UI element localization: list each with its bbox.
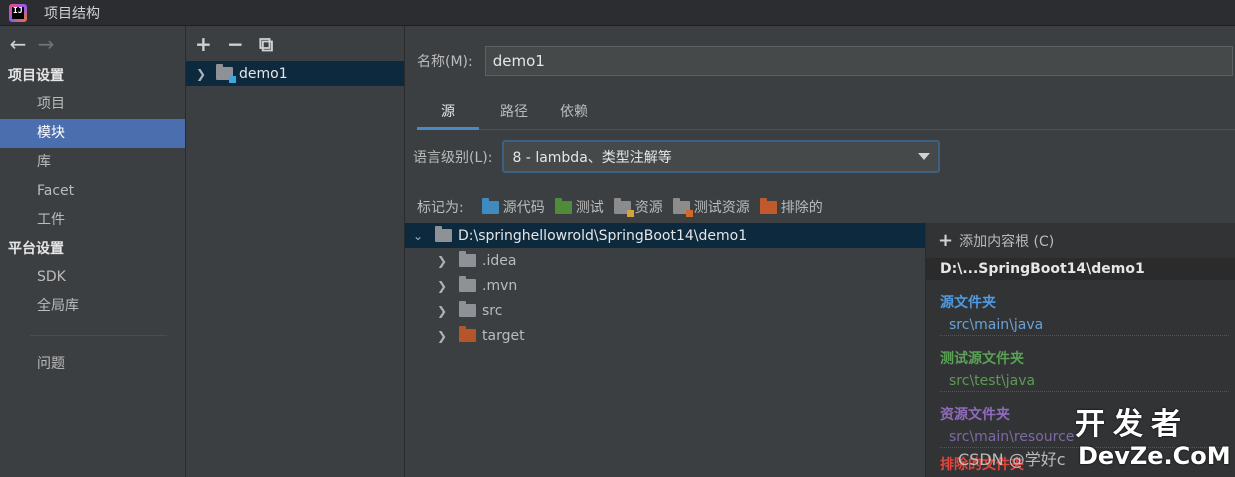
mark-as-bar: 标记为: 源代码 测试 资源 测试资源 排除的 <box>417 196 833 218</box>
mark-as-label: 标记为: <box>417 200 464 216</box>
mark-excluded-label: 排除的 <box>780 200 823 216</box>
settings-nav: ← → 项目设置 项目 模块 库 Facet 工件 平台设置 SDK 全局库 问… <box>0 26 186 477</box>
test-folders-section: 测试源文件夹 src\test\java <box>926 348 1235 392</box>
tree-row-idea[interactable]: ❯ .idea <box>405 248 925 273</box>
tree-row-target[interactable]: ❯ target <box>405 323 925 348</box>
nav-item-problems[interactable]: 问题 <box>0 350 185 379</box>
tree-item-label: .idea <box>482 252 517 269</box>
nav-item-project[interactable]: 项目 <box>0 90 185 119</box>
mark-source-button[interactable]: 源代码 <box>481 197 545 217</box>
tree-root-row[interactable]: ⌄ D:\springhellowrold\SpringBoot14\demo1 <box>405 223 925 248</box>
mark-resource-button[interactable]: 资源 <box>613 197 663 217</box>
resource-folder-icon <box>613 197 634 217</box>
nav-item-sdks[interactable]: SDK <box>0 263 185 292</box>
chevron-right-icon[interactable]: ❯ <box>437 279 459 293</box>
mark-test-resource-button[interactable]: 测试资源 <box>672 197 750 217</box>
mark-test-label: 测试 <box>575 200 604 216</box>
forward-arrow-icon[interactable]: → <box>32 32 60 56</box>
nav-arrows: ← → <box>0 26 185 62</box>
folder-icon <box>459 251 476 267</box>
intellij-logo-icon: IJ <box>9 3 27 22</box>
chevron-right-icon[interactable]: ❯ <box>437 329 459 343</box>
chevron-right-icon[interactable]: ❯ <box>437 304 459 318</box>
name-label: 名称(M): <box>417 54 473 70</box>
module-item-demo1[interactable]: ❯ demo1 <box>186 61 404 86</box>
module-name-input[interactable] <box>484 46 1233 76</box>
back-arrow-icon[interactable]: ← <box>4 32 32 56</box>
window-title: 项目结构 <box>44 5 100 22</box>
plus-icon: + <box>938 230 954 251</box>
excluded-folder-icon <box>759 197 777 214</box>
test-folder-path[interactable]: src\test\java <box>940 370 1229 392</box>
devze-watermark-top: 开发者 <box>1075 407 1189 442</box>
mark-resource-label: 资源 <box>634 200 663 216</box>
test-resource-folder-icon <box>672 197 693 217</box>
source-folders-header: 源文件夹 <box>940 295 996 311</box>
module-name: demo1 <box>239 65 288 82</box>
language-level-value: 8 - lambda、类型注解等 <box>512 149 672 166</box>
source-folders-section: 源文件夹 src\main\java <box>926 292 1235 336</box>
csdn-watermark: CSDN @学好c <box>958 450 1066 469</box>
test-folders-header: 测试源文件夹 <box>940 351 1024 367</box>
tab-paths[interactable]: 路径 <box>489 96 539 129</box>
folder-icon <box>459 276 476 292</box>
add-content-root-label: 添加内容根 (C) <box>959 233 1055 250</box>
folder-icon <box>459 301 476 317</box>
nav-item-facets[interactable]: Facet <box>0 177 185 206</box>
excluded-folder-icon <box>459 326 476 342</box>
tree-row-mvn[interactable]: ❯ .mvn <box>405 273 925 298</box>
module-list-pane: + − ⧉ ❯ demo1 <box>186 26 405 477</box>
tree-item-label: .mvn <box>482 277 518 294</box>
nav-item-global-libraries[interactable]: 全局库 <box>0 292 185 321</box>
tree-item-label: target <box>482 327 525 344</box>
add-content-root-button[interactable]: + 添加内容根 (C) <box>926 223 1235 258</box>
mark-test-resource-label: 测试资源 <box>693 200 750 216</box>
add-module-icon[interactable]: + <box>195 32 227 56</box>
platform-settings-header: 平台设置 <box>8 241 64 257</box>
language-level-label: 语言级别(L): <box>413 149 493 166</box>
tab-sources[interactable]: 源 <box>417 96 479 130</box>
tree-row-src[interactable]: ❯ src <box>405 298 925 323</box>
nav-divider <box>30 335 167 336</box>
dropdown-caret-icon <box>918 153 931 160</box>
module-tabs: 源 路径 依赖 <box>417 96 1235 130</box>
test-folder-icon <box>554 197 572 214</box>
devze-watermark-bottom: DevZe.CoM <box>1078 442 1231 470</box>
tree-root-path: D:\springhellowrold\SpringBoot14\demo1 <box>458 227 748 244</box>
module-folder-icon <box>216 64 236 83</box>
name-row: 名称(M): <box>417 46 1233 76</box>
chevron-down-icon[interactable]: ⌄ <box>413 229 435 243</box>
nav-item-artifacts[interactable]: 工件 <box>0 206 185 235</box>
copy-module-icon[interactable]: ⧉ <box>259 32 291 56</box>
chevron-right-icon[interactable]: ❯ <box>196 67 216 81</box>
module-toolbar: + − ⧉ <box>186 26 404 61</box>
source-folder-icon <box>481 197 499 214</box>
folder-icon <box>435 226 452 242</box>
project-settings-header: 项目设置 <box>8 68 64 84</box>
nav-item-modules[interactable]: 模块 <box>0 119 185 148</box>
tree-item-label: src <box>482 302 503 319</box>
nav-item-libraries[interactable]: 库 <box>0 148 185 177</box>
logo-text: IJ <box>13 5 23 15</box>
chevron-right-icon[interactable]: ❯ <box>437 254 459 268</box>
content-root-tree: ⌄ D:\springhellowrold\SpringBoot14\demo1… <box>405 223 925 477</box>
language-level-select[interactable]: 8 - lambda、类型注解等 <box>502 140 941 173</box>
mark-excluded-button[interactable]: 排除的 <box>759 197 823 217</box>
language-level-row: 语言级别(L): 8 - lambda、类型注解等 <box>413 140 941 173</box>
remove-module-icon[interactable]: − <box>227 32 259 56</box>
content-root-header: D:\...SpringBoot14\demo1 <box>926 258 1235 280</box>
title-bar: IJ 项目结构 <box>0 0 1235 26</box>
source-folder-path[interactable]: src\main\java <box>940 314 1229 336</box>
mark-source-label: 源代码 <box>502 200 545 216</box>
mark-test-button[interactable]: 测试 <box>554 197 604 217</box>
tab-dependencies[interactable]: 依赖 <box>549 96 599 129</box>
